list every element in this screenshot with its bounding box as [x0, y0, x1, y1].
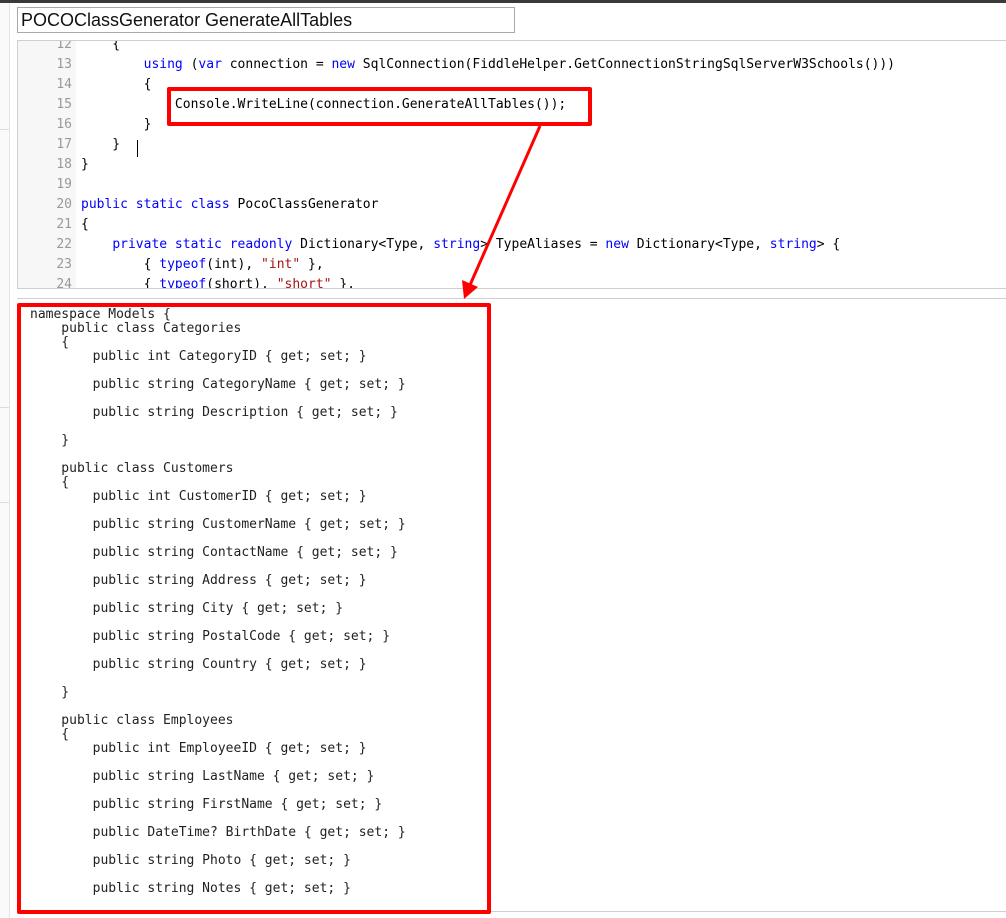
code-token: (short),: [206, 277, 277, 289]
line-number: 20: [56, 197, 72, 212]
code-token: SqlConnection(FiddleHelper.GetConnection…: [354, 57, 896, 72]
code-token: typeof: [159, 277, 207, 289]
code-token: string: [769, 237, 817, 252]
code-line: 23 { typeof(int), "int" },: [18, 255, 1006, 275]
code-token: {: [81, 77, 152, 92]
line-number: 13: [56, 57, 72, 72]
line-number: 12: [56, 40, 72, 52]
code-token: string: [433, 237, 481, 252]
code-token: private static readonly: [112, 237, 293, 252]
sidebar-divider: [0, 129, 9, 130]
code-token: Dictionary<Type,: [292, 237, 434, 252]
line-code: }: [81, 135, 120, 155]
line-code: { typeof(int), "int" },: [81, 255, 324, 275]
fiddle-title-input[interactable]: [17, 7, 515, 33]
line-code: }: [81, 155, 89, 175]
code-token: },: [331, 277, 355, 289]
window-top-border: [0, 0, 1006, 3]
code-token: new: [605, 237, 629, 252]
line-code: using (var connection = new SqlConnectio…: [81, 55, 895, 75]
left-sidebar: [0, 3, 10, 918]
code-line: 17 }: [18, 135, 1006, 155]
code-token: }: [81, 157, 89, 172]
sidebar-divider: [0, 502, 9, 503]
line-code: {: [81, 40, 121, 55]
code-line: 13 using (var connection = new SqlConnec…: [18, 55, 1006, 75]
line-code: { typeof(short), "short" },: [81, 275, 355, 289]
code-line: 19: [18, 175, 1006, 195]
line-number: 16: [56, 117, 72, 132]
line-number: 22: [56, 237, 72, 252]
code-token: {: [81, 257, 160, 272]
line-code: public static class PocoClassGenerator: [81, 195, 378, 215]
output-highlight-box: [17, 303, 491, 914]
line-code: }: [81, 115, 152, 135]
code-token: > {: [816, 237, 841, 252]
code-token: }: [81, 137, 121, 152]
code-token: "short": [276, 277, 332, 289]
line-number: 19: [56, 177, 72, 192]
code-token: },: [300, 257, 324, 272]
line-code: {: [81, 75, 152, 95]
code-line: 18}: [18, 155, 1006, 175]
code-token: new: [331, 57, 355, 72]
code-token: {: [81, 40, 121, 52]
line-number: 14: [56, 77, 72, 92]
code-token: public static class: [81, 197, 230, 212]
code-line: 22 private static readonly Dictionary<Ty…: [18, 235, 1006, 255]
code-token: (: [182, 57, 199, 72]
line-code: private static readonly Dictionary<Type,…: [81, 235, 840, 255]
line-number: 18: [56, 157, 72, 172]
code-token: {: [81, 217, 89, 232]
code-line: 24 { typeof(short), "short" },: [18, 275, 1006, 289]
line-number: 21: [56, 217, 72, 232]
line-number: 23: [56, 257, 72, 272]
code-editor[interactable]: 12 {13 using (var connection = new SqlCo…: [17, 40, 1006, 289]
code-token: PocoClassGenerator: [229, 197, 379, 212]
code-line: 20 public static class PocoClassGenerator: [18, 195, 1006, 215]
text-cursor: [137, 140, 138, 157]
code-token: Dictionary<Type,: [628, 237, 770, 252]
code-line: 12 {: [18, 40, 1006, 55]
line-number: 17: [56, 137, 72, 152]
code-token: var: [198, 57, 222, 72]
line-number: 15: [56, 97, 72, 112]
code-token: typeof: [159, 257, 207, 272]
line-number: 24: [56, 277, 72, 289]
code-token: "int": [261, 257, 301, 272]
code-token: (int),: [206, 257, 262, 272]
code-line: 21 {: [18, 215, 1006, 235]
line-code: {: [81, 215, 89, 235]
code-token: {: [81, 277, 160, 289]
code-highlight-box: [167, 87, 592, 126]
sidebar-divider: [0, 407, 9, 408]
code-token: > TypeAliases =: [480, 237, 606, 252]
code-token: using: [143, 57, 183, 72]
code-token: }: [81, 117, 152, 132]
code-token: connection =: [221, 57, 332, 72]
